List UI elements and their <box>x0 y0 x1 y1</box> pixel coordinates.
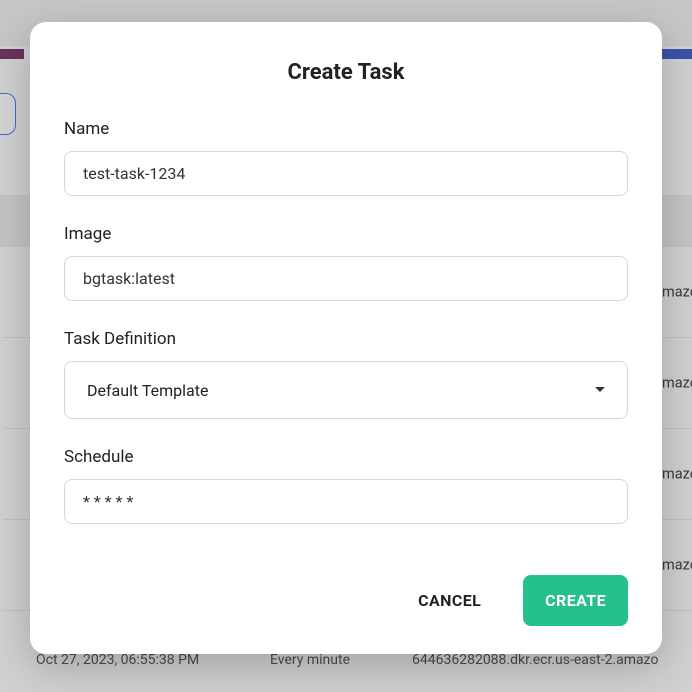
dialog-title: Create Task <box>64 60 628 85</box>
name-label: Name <box>64 119 628 139</box>
create-button[interactable]: CREATE <box>523 575 628 626</box>
cancel-button[interactable]: CANCEL <box>396 575 503 626</box>
task-definition-select[interactable]: Default Template <box>64 361 628 419</box>
task-definition-select-wrap: Default Template <box>64 361 628 419</box>
create-task-dialog: Create Task Name Image Task Definition D… <box>30 22 662 654</box>
image-label: Image <box>64 224 628 244</box>
schedule-label: Schedule <box>64 447 628 467</box>
image-input[interactable] <box>64 256 628 301</box>
task-definition-value: Default Template <box>87 381 208 400</box>
dialog-actions: CANCEL CREATE <box>64 575 628 630</box>
field-group-task-definition: Task Definition Default Template <box>64 329 628 419</box>
name-input[interactable] <box>64 151 628 196</box>
field-group-schedule: Schedule <box>64 447 628 524</box>
field-group-name: Name <box>64 119 628 196</box>
field-group-image: Image <box>64 224 628 301</box>
task-definition-label: Task Definition <box>64 329 628 349</box>
schedule-input[interactable] <box>64 479 628 524</box>
